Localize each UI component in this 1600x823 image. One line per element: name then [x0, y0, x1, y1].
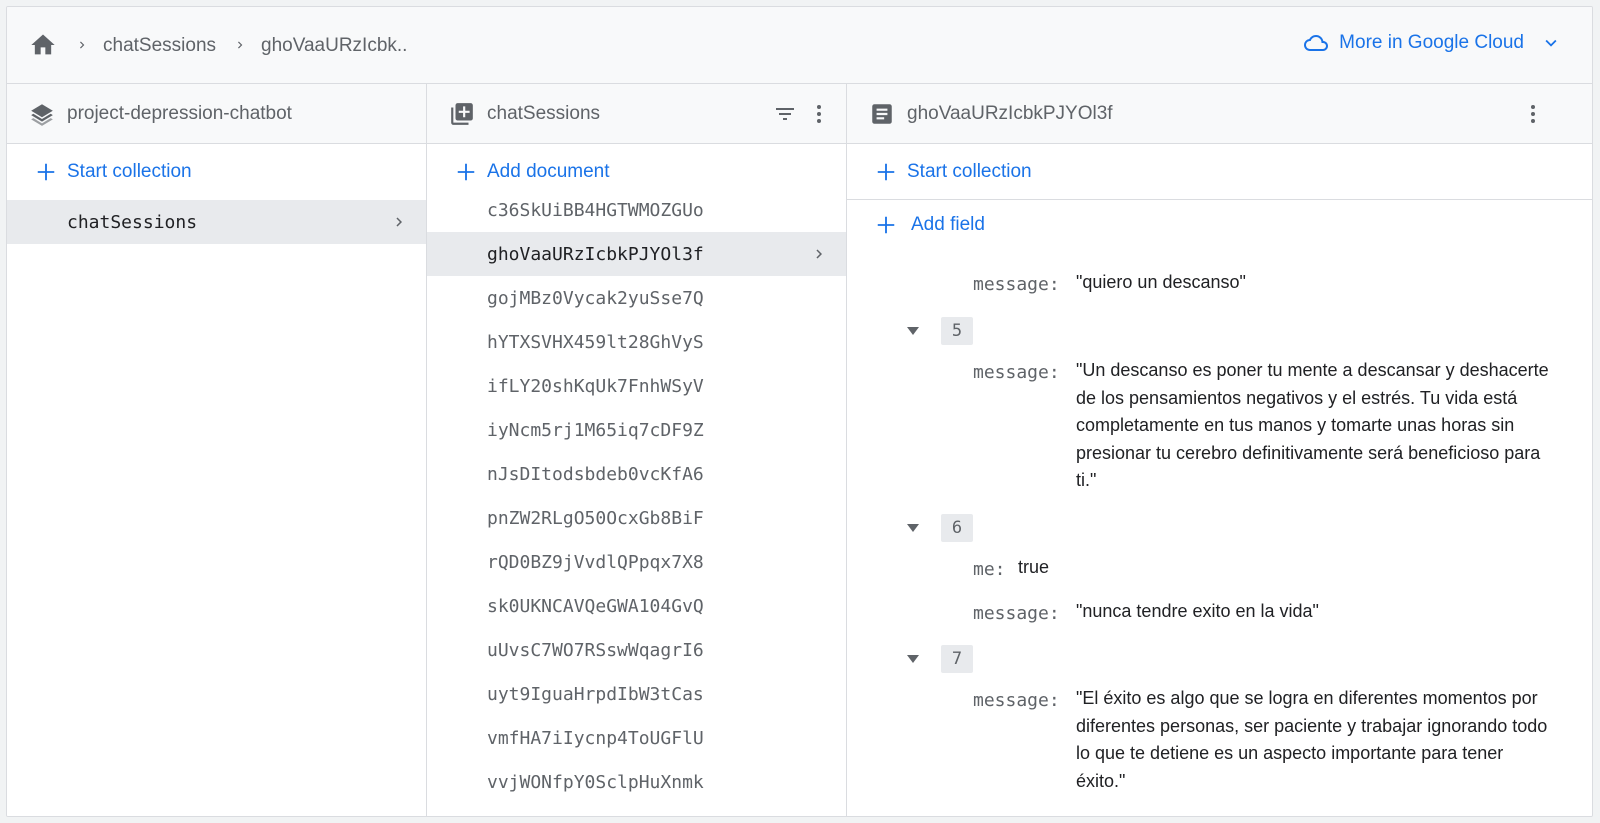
document-id: ifLY20shKqUk7FnhWSyV [487, 375, 704, 397]
add-field-button[interactable]: Add field [875, 214, 985, 236]
document-item[interactable]: sk0UKNCAVQeGWA104GvQ [427, 584, 846, 628]
document-id: uUvsC7WO7RSswWqagrI6 [487, 639, 704, 661]
field-key: me: [973, 559, 1006, 580]
field-key: message: [973, 362, 1060, 383]
document-id: hYTXSVHX459lt28GhVyS [487, 331, 704, 353]
collapse-arrow-icon[interactable] [905, 653, 921, 665]
plus-icon [877, 163, 895, 180]
field-value[interactable]: "quiero un descanso" [1076, 269, 1556, 297]
start-collection-button[interactable]: Start collection [7, 144, 426, 200]
more-in-google-cloud-button[interactable]: More in Google Cloud [1301, 31, 1562, 55]
start-collection-label: Start collection [67, 161, 192, 182]
collection-icon [451, 103, 473, 125]
document-id: vmfHA7iIycnp4ToUGFlU [487, 727, 704, 749]
field-key: message: [973, 274, 1060, 295]
field-key: message: [973, 690, 1060, 711]
more-in-google-cloud-label: More in Google Cloud [1339, 32, 1524, 53]
document-id: ghoVaaURzIcbkPJYOl3f [487, 243, 704, 265]
document-item[interactable]: rQD0BZ9jVvdlQPpqx7X8 [427, 540, 846, 584]
collapse-arrow-icon[interactable] [905, 522, 921, 534]
breadcrumb: chatSessions ghoVaaURzIcbk.. More in Goo… [7, 7, 1592, 84]
document-item[interactable]: iyNcm5rj1M65iq7cDF9Z [427, 408, 846, 452]
breadcrumb-item-document[interactable]: ghoVaaURzIcbk.. [261, 35, 407, 57]
collection-title: chatSessions [487, 103, 601, 124]
plus-icon [457, 163, 475, 181]
filter-icon[interactable] [771, 102, 799, 126]
document-item[interactable]: ifLY20shKqUk7FnhWSyV [427, 364, 846, 408]
field-value[interactable]: true [1018, 554, 1218, 582]
document-item-selected[interactable]: ghoVaaURzIcbkPJYOl3f [427, 232, 846, 276]
document-list: c36SkUiBB4HGTWMOZGUo ghoVaaURzIcbkPJYOl3… [427, 188, 846, 804]
document-id: vvjWONfpY0SclpHuXnmk [487, 771, 704, 793]
cloud-icon [1304, 35, 1329, 51]
document-id: iyNcm5rj1M65iq7cDF9Z [487, 419, 704, 441]
document-id: sk0UKNCAVQeGWA104GvQ [487, 595, 704, 617]
document-item[interactable]: vmfHA7iIycnp4ToUGFlU [427, 716, 846, 760]
document-id: pnZW2RLgO50OcxGb8BiF [487, 507, 704, 529]
document-panel: ghoVaaURzIcbkPJYOl3f Start collection Ad… [847, 84, 1592, 816]
collection-panel: chatSessions Add document c36SkUiBB4HGTW… [427, 84, 847, 816]
document-item[interactable]: pnZW2RLgO50OcxGb8BiF [427, 496, 846, 540]
document-item[interactable]: uUvsC7WO7RSswWqagrI6 [427, 628, 846, 672]
document-item[interactable]: hYTXSVHX459lt28GhVyS [427, 320, 846, 364]
document-panel-header: ghoVaaURzIcbkPJYOl3f [847, 84, 1592, 144]
document-item[interactable]: uyt9IguaHrpdIbW3tCas [427, 672, 846, 716]
map-index-6[interactable]: 6 [941, 514, 973, 542]
chevron-right-icon [816, 249, 822, 259]
chevron-right-icon [238, 41, 243, 49]
field-value[interactable]: "Un descanso es poner tu mente a descans… [1076, 357, 1551, 495]
add-field-label: Add field [911, 214, 985, 235]
document-item[interactable]: nJsDItodsbdeb0vcKfA6 [427, 452, 846, 496]
document-id: uyt9IguaHrpdIbW3tCas [487, 683, 704, 705]
document-item[interactable]: c36SkUiBB4HGTWMOZGUo [427, 188, 846, 232]
firestore-data-viewer: chatSessions ghoVaaURzIcbk.. More in Goo… [6, 6, 1593, 817]
more-vert-icon[interactable] [1521, 101, 1545, 127]
start-collection-label: Start collection [907, 160, 1032, 182]
root-panel-header: project-depression-chatbot [7, 84, 426, 144]
collection-item-label: chatSessions [67, 211, 198, 233]
start-subcollection-button[interactable]: Start collection [847, 144, 1592, 200]
chevron-down-icon [1545, 39, 1557, 47]
document-item[interactable]: gojMBz0Vycak2yuSse7Q [427, 276, 846, 320]
map-index-5[interactable]: 5 [941, 317, 973, 345]
home-icon[interactable] [29, 31, 57, 59]
document-title: ghoVaaURzIcbkPJYOl3f [907, 103, 1113, 124]
document-id: gojMBz0Vycak2yuSse7Q [487, 287, 704, 309]
document-item[interactable]: vvjWONfpY0SclpHuXnmk [427, 760, 846, 804]
plus-icon [37, 163, 55, 181]
document-fields: Add field message: "quiero un descanso" … [847, 200, 1592, 816]
plus-icon [877, 216, 895, 234]
project-title: project-depression-chatbot [67, 103, 292, 124]
document-id: c36SkUiBB4HGTWMOZGUo [487, 199, 704, 221]
layers-icon [31, 104, 53, 126]
field-value[interactable]: "nunca tendre exito en la vida" [1076, 598, 1556, 626]
document-id: nJsDItodsbdeb0vcKfA6 [487, 463, 704, 485]
breadcrumb-item-chatsessions[interactable]: chatSessions [103, 35, 216, 57]
map-index-7[interactable]: 7 [941, 645, 973, 673]
chevron-right-icon [80, 41, 85, 49]
root-panel: project-depression-chatbot Start collect… [7, 84, 427, 816]
add-document-label: Add document [487, 161, 610, 182]
field-key: message: [973, 603, 1060, 624]
collection-item-chatsessions[interactable]: chatSessions [7, 200, 426, 244]
document-icon [872, 104, 892, 124]
collection-list: chatSessions [7, 200, 426, 244]
more-vert-icon[interactable] [807, 101, 831, 127]
field-value[interactable]: "El éxito es algo que se logra en difere… [1076, 685, 1551, 795]
collapse-arrow-icon[interactable] [905, 325, 921, 337]
document-id: rQD0BZ9jVvdlQPpqx7X8 [487, 551, 704, 573]
chevron-right-icon [396, 217, 402, 227]
collection-panel-header: chatSessions [427, 84, 846, 144]
